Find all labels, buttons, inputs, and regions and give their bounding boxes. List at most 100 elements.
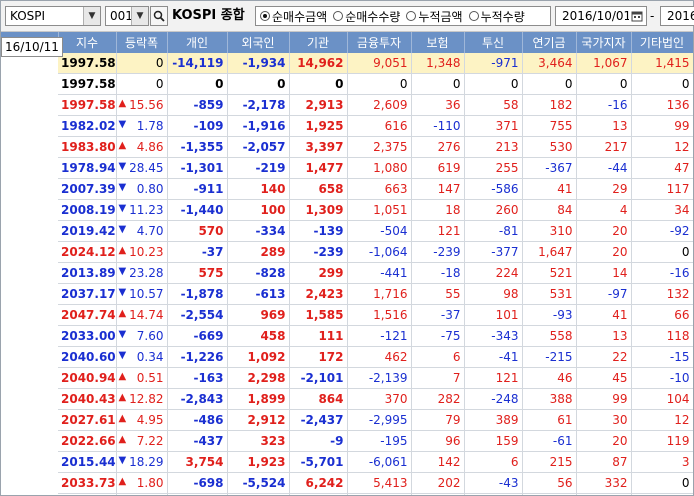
value-cell: -2,057 [227,136,290,158]
value-cell: 755 [522,115,577,137]
value-cell: 121 [464,367,523,389]
change-value: 4.95 [136,413,164,427]
table-row[interactable]: 16/10/132015.44▼18.293,7541,923-5,701-6,… [1,37,693,473]
value-cell: 370 [347,388,412,410]
change-cell: ▲ 1.80 [116,472,168,494]
change-cell: ▲ 0.51 [116,367,168,389]
table-row[interactable]: 기간합계1997.580-14,119-1,93414,9629,0511,34… [1,37,693,74]
value-cell: 117 [631,178,693,200]
radio-dot-icon [333,11,344,21]
search-button[interactable] [150,6,168,26]
chevron-down-icon[interactable]: ▼ [83,7,100,25]
value-cell: -121 [347,325,412,347]
column-header[interactable]: 연기금 [522,32,577,53]
value-cell: 140 [227,178,290,200]
column-header[interactable]: 기관 [289,32,348,53]
table-row[interactable]: 16/11/031983.80▲4.86-1,355-2,0573,3972,3… [1,37,693,158]
market-select[interactable]: KOSPI ▼ [5,6,101,26]
table-row[interactable]: 16/10/192040.94▲0.51-1632,298-2,101-2,13… [1,37,693,389]
table-row[interactable]: 16/10/212033.00▼7.60-669458111-121-75-34… [1,37,693,347]
index-cell: 2013.89 [58,262,117,284]
value-cell: 255 [464,157,523,179]
table-row[interactable]: 16/10/262013.89▼23.28575-828299-441-1822… [1,37,693,284]
triangle-down-icon: ▼ [118,182,127,193]
table-row[interactable]: 16/10/242047.74▲14.74-2,5549691,5851,516… [1,37,693,326]
column-header[interactable]: 기타법인 [631,32,693,53]
radio-label: 순매수수량 [345,9,401,24]
table-row[interactable]: 16/10/11 2031.93▼24.89-1,541-3,3584,8185,… [1,37,693,495]
change-value: 28.45 [129,161,164,175]
value-cell: 389 [464,409,523,431]
column-header[interactable]: 외국인 [227,32,290,53]
column-header[interactable]: 금융투자 [347,32,412,53]
value-cell: -586 [464,178,523,200]
code-select[interactable]: 001 ▼ [105,6,149,26]
value-cell: 0 [631,472,693,494]
value-cell: -81 [464,220,523,242]
table-row[interactable]: 16/10/182040.43▲12.82-2,8431,89986437028… [1,37,693,410]
value-cell: -10 [631,367,693,389]
change-cell: ▲ 7.22 [116,430,168,452]
table-row[interactable]: 16/10/312008.19▼11.23-1,4401001,3091,051… [1,37,693,221]
value-cell: 20 [576,430,632,452]
value-cell: 0 [522,73,577,95]
change-value: 4.86 [136,140,164,154]
table-row[interactable]: 16/10/172027.61▲4.95-4862,912-2,437-2,99… [1,37,693,431]
value-cell: -239 [289,241,348,263]
change-cell: ▲ 4.95 [116,409,168,431]
change-cell: ▼ 18.29 [116,451,168,473]
change-value: 0 [155,77,164,91]
value-cell: -2,995 [347,409,412,431]
index-cell: 2033.00 [58,325,117,347]
value-cell: 13 [576,325,632,347]
table-row[interactable]: 16/10/142022.66▲7.22-437323-9-19596159-6… [1,37,693,452]
data-table-container[interactable]: 일자지수등락폭개인외국인기관금융투자보험투신연기금국가지자기타법인 기간합계19… [1,32,693,495]
change-value: 0.51 [136,371,164,385]
table-row[interactable]: 16/11/021978.94▼28.45-1,301-2191,4771,08… [1,37,693,179]
chevron-down-icon[interactable]: ▼ [131,7,148,25]
value-cell: 147 [411,178,465,200]
value-cell: 388 [522,388,577,410]
change-value: 0.34 [136,350,164,364]
radio-net-amount[interactable]: 순매수금액 [260,8,327,25]
table-row[interactable]: 16/11/041982.02▼1.78-109-1,9161,925616-1… [1,37,693,137]
investor-table: 일자지수등락폭개인외국인기관금융투자보험투신연기금국가지자기타법인 기간합계19… [1,32,693,495]
column-header[interactable]: 국가지자 [576,32,632,53]
triangle-up-icon: ▲ [118,308,127,319]
change-cell: ▲ 15.56 [116,94,168,116]
end-date-input[interactable]: 2016/ [660,6,694,26]
value-cell: -5,524 [227,472,290,494]
value-cell: 864 [289,388,348,410]
table-row[interactable]: 16/10/282019.42▼4.70570-334-139-504121-8… [1,37,693,242]
value-cell: 521 [522,262,577,284]
value-cell: -93 [522,304,577,326]
index-cell: 2022.66 [58,430,117,452]
calendar-icon[interactable] [629,8,645,24]
table-row[interactable]: 16/11/081997.580000000000 [1,37,693,95]
value-cell: -377 [464,241,523,263]
start-date-input[interactable]: 2016/10/01 [555,6,647,26]
column-header[interactable]: 투신 [464,32,523,53]
column-header[interactable]: 지수 [58,32,117,53]
index-cell: 1997.58 [58,73,117,95]
column-header[interactable]: 등락폭 [116,32,168,53]
value-cell: 0 [347,73,412,95]
triangle-up-icon: ▲ [118,245,127,256]
table-row[interactable]: 16/10/252037.17▼10.57-1,878-6132,4231,71… [1,37,693,305]
value-cell: 0 [631,73,693,95]
table-row[interactable]: 16/10/202040.60▼0.34-1,2261,0921724626-4… [1,37,693,368]
column-header[interactable]: 보험 [411,32,465,53]
table-row[interactable]: 16/10/272024.12▲10.23-37289-239-1,064-23… [1,37,693,263]
value-cell: -971 [464,53,523,74]
table-row[interactable]: 16/10/122033.73▲1.80-698-5,5246,2425,413… [1,37,693,494]
change-value: 1.78 [136,119,164,133]
table-row[interactable]: 16/11/012007.39▼0.80-911140658663147-586… [1,37,693,200]
radio-net-quantity[interactable]: 순매수수량 [333,8,400,25]
table-row[interactable]: 16/11/071997.58▲15.56-859-2,1782,9132,60… [1,37,693,116]
radio-cumulative-amount[interactable]: 누적금액 [406,8,463,25]
radio-cumulative-quantity[interactable]: 누적수량 [468,8,525,25]
value-cell: 1,716 [347,283,412,305]
value-cell: 111 [289,325,348,347]
column-header[interactable]: 개인 [167,32,228,53]
value-cell: 66 [631,304,693,326]
